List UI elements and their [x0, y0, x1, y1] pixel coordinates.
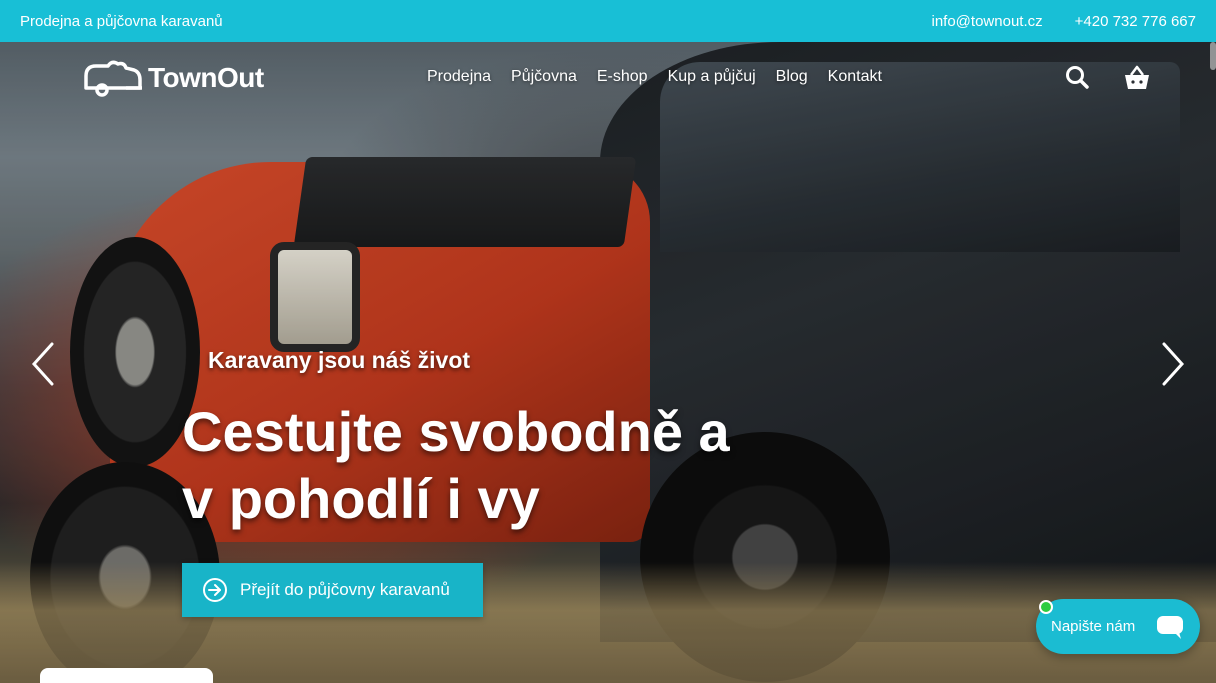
menu-item-prodejna[interactable]: Prodejna	[417, 68, 501, 86]
phone-link[interactable]: +420 732 776 667	[1075, 13, 1196, 30]
email-link[interactable]: info@townout.cz	[932, 13, 1043, 30]
chat-online-indicator	[1039, 600, 1053, 614]
menu-item-kontakt[interactable]: Kontakt	[818, 68, 892, 86]
menu-item-pujcovna[interactable]: Půjčovna	[501, 68, 587, 86]
menu-item-blog[interactable]: Blog	[766, 68, 818, 86]
arrow-circle-right-icon	[203, 578, 227, 602]
hero-kicker: Karavany jsou náš život	[208, 347, 471, 373]
chevron-left-icon[interactable]	[28, 340, 58, 388]
chat-bubble-icon	[1150, 607, 1190, 647]
brand-name: TownOut	[148, 62, 264, 93]
hero-headline-line-1: Cestujte svobodně a	[182, 400, 730, 463]
rental-cta-label: Přejít do půjčovny karavanů	[240, 580, 450, 599]
topbar-tagline: Prodejna a půjčovna karavanů	[20, 12, 223, 30]
main-navigation: TownOut Prodejna Půjčovna E-shop Kup a p…	[0, 42, 1216, 114]
hero-headline-line-2: v pohodlí i vy	[182, 467, 540, 530]
rental-cta-button[interactable]: Přejít do půjčovny karavanů	[182, 563, 483, 617]
chat-widget-button[interactable]: Napište nám	[1036, 599, 1200, 654]
search-icon[interactable]	[1064, 64, 1092, 92]
chat-label: Napište nám	[1051, 618, 1136, 635]
menu-item-kup-a-pujcuj[interactable]: Kup a půjčuj	[658, 68, 766, 86]
nav-icon-group	[1064, 64, 1152, 92]
hero-headline: Cestujte svobodně a v pohodlí i vy	[182, 398, 822, 532]
main-menu: Prodejna Půjčovna E-shop Kup a půjčuj Bl…	[417, 68, 892, 86]
brand-logo[interactable]: TownOut	[82, 58, 264, 98]
bottom-panel-tab[interactable]	[40, 668, 213, 683]
menu-item-eshop[interactable]: E-shop	[587, 68, 658, 86]
topbar-contact: info@townout.cz +420 732 776 667	[932, 13, 1197, 30]
caravan-cloud-icon	[84, 60, 142, 97]
basket-icon[interactable]	[1122, 64, 1152, 92]
top-contact-bar: Prodejna a půjčovna karavanů info@townou…	[0, 0, 1216, 42]
chevron-right-icon[interactable]	[1158, 340, 1188, 388]
